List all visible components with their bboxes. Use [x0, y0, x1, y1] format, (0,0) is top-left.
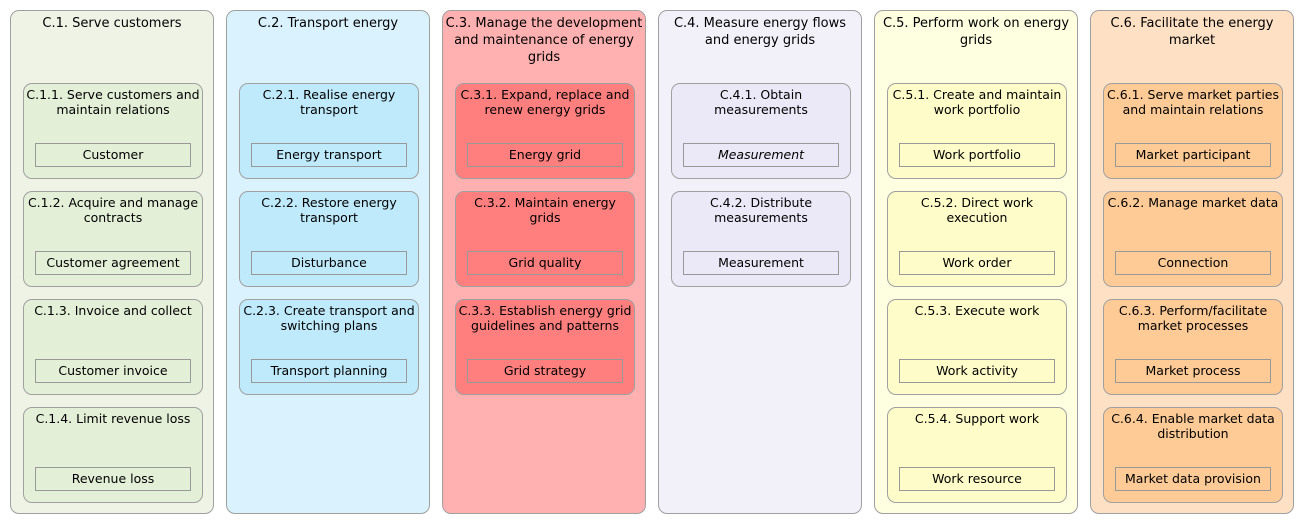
capability-title: C.3.2. Maintain energy grids	[474, 195, 616, 225]
capability-box[interactable]: C.1.3. Invoice and collect Customer invoi…	[23, 299, 203, 395]
entity-box[interactable]: Work activity	[899, 359, 1055, 383]
capability-title: C.6.3. Perform/facilitate market process…	[1118, 303, 1268, 333]
entity-box[interactable]: Work order	[899, 251, 1055, 275]
column-title: C.4. Measure energy flows and energy gri…	[673, 16, 847, 48]
entity-box[interactable]: Customer	[35, 143, 191, 167]
capability-column: C.4. Measure energy flows and energy gri…	[658, 10, 862, 514]
capability-box[interactable]: C.5.2. Direct work execution Work order	[887, 191, 1067, 287]
capability-title: C.5.1. Create and maintain work portfoli…	[892, 87, 1062, 117]
entity-box[interactable]: Work resource	[899, 467, 1055, 491]
entity-box[interactable]: Transport planning	[251, 359, 407, 383]
capability-title: C.3.1. Expand, replace and renew energy …	[460, 87, 630, 117]
capability-box[interactable]: C.6.1. Serve market parties and maintain…	[1103, 83, 1283, 179]
capability-box[interactable]: C.4.2. Distribute measurements Measuremen…	[671, 191, 851, 287]
capability-title: C.4.1. Obtain measurements	[714, 87, 808, 117]
capability-title: C.2.1. Realise energy transport	[262, 87, 396, 117]
entity-box[interactable]: Measurement	[683, 251, 839, 275]
entity-box[interactable]: Customer agreement	[35, 251, 191, 275]
capability-title: C.5.2. Direct work execution	[920, 195, 1034, 225]
capability-column: C.5. Perform work on energy grids C.5.1. …	[874, 10, 1078, 514]
entity-box[interactable]: Market data provision	[1115, 467, 1271, 491]
capability-box[interactable]: C.2.1. Realise energy transport Energy tr…	[239, 83, 419, 179]
capability-column: C.1. Serve customers C.1.1. Serve custome…	[10, 10, 214, 514]
capability-column: C.6. Facilitate the energy market C.6.1. …	[1090, 10, 1294, 514]
capability-column: C.3. Manage the development and maintena…	[442, 10, 646, 514]
capability-box[interactable]: C.6.2. Manage market data Connection	[1103, 191, 1283, 287]
entity-box[interactable]: Work portfolio	[899, 143, 1055, 167]
capability-title: C.6.2. Manage market data	[1107, 195, 1279, 210]
capability-box[interactable]: C.2.3. Create transport and switching pl…	[239, 299, 419, 395]
capability-title: C.4.2. Distribute measurements	[709, 195, 813, 225]
column-title: C.2. Transport energy	[257, 16, 399, 31]
capability-title: C.1.2. Acquire and manage contracts	[27, 195, 199, 225]
capability-box[interactable]: C.4.1. Obtain measurements Measurement	[671, 83, 851, 179]
capability-box[interactable]: C.6.3. Perform/facilitate market process…	[1103, 299, 1283, 395]
entity-box[interactable]: Customer invoice	[35, 359, 191, 383]
capability-box[interactable]: C.5.1. Create and maintain work portfoli…	[887, 83, 1067, 179]
entity-box[interactable]: Disturbance	[251, 251, 407, 275]
column-title: C.3. Manage the development and maintena…	[445, 16, 643, 65]
entity-box[interactable]: Market process	[1115, 359, 1271, 383]
entity-box[interactable]: Grid quality	[467, 251, 623, 275]
capability-box[interactable]: C.1.1. Serve customers and maintain rela…	[23, 83, 203, 179]
capability-box[interactable]: C.3.2. Maintain energy grids Grid quality	[455, 191, 635, 287]
capability-title: C.3.3. Establish energy grid guidelines …	[458, 303, 632, 333]
capability-box[interactable]: C.1.2. Acquire and manage contracts Custo…	[23, 191, 203, 287]
capability-title: C.5.3. Execute work	[914, 303, 1040, 318]
capability-box[interactable]: C.5.4. Support work Work resource	[887, 407, 1067, 503]
capability-title: C.1.1. Serve customers and maintain rela…	[26, 87, 200, 117]
capability-column: C.2. Transport energy C.2.1. Realise ener…	[226, 10, 430, 514]
entity-box[interactable]: Grid strategy	[467, 359, 623, 383]
entity-box[interactable]: Market participant	[1115, 143, 1271, 167]
capability-title: C.6.1. Serve market parties and maintain…	[1107, 87, 1279, 117]
entity-box[interactable]: Energy transport	[251, 143, 407, 167]
column-title: C.5. Perform work on energy grids	[882, 16, 1070, 48]
capability-title: C.2.2. Restore energy transport	[261, 195, 397, 225]
capability-title: C.1.4. Limit revenue loss	[35, 411, 191, 426]
capability-title: C.6.4. Enable market data distribution	[1111, 411, 1275, 441]
column-title: C.6. Facilitate the energy market	[1110, 16, 1274, 48]
capability-box[interactable]: C.2.2. Restore energy transport Disturban…	[239, 191, 419, 287]
capability-box[interactable]: C.3.1. Expand, replace and renew energy …	[455, 83, 635, 179]
entity-box[interactable]: Revenue loss	[35, 467, 191, 491]
column-title: C.1. Serve customers	[42, 16, 182, 31]
capability-title: C.5.4. Support work	[914, 411, 1040, 426]
capability-box[interactable]: C.5.3. Execute work Work activity	[887, 299, 1067, 395]
entity-box[interactable]: Energy grid	[467, 143, 623, 167]
capability-title: C.2.3. Create transport and switching pl…	[243, 303, 415, 333]
capability-box[interactable]: C.6.4. Enable market data distribution Ma…	[1103, 407, 1283, 503]
capability-box[interactable]: C.3.3. Establish energy grid guidelines …	[455, 299, 635, 395]
capability-box[interactable]: C.1.4. Limit revenue loss Revenue loss	[23, 407, 203, 503]
capability-title: C.1.3. Invoice and collect	[34, 303, 192, 318]
entity-box[interactable]: Measurement	[683, 143, 839, 167]
entity-box[interactable]: Connection	[1115, 251, 1271, 275]
